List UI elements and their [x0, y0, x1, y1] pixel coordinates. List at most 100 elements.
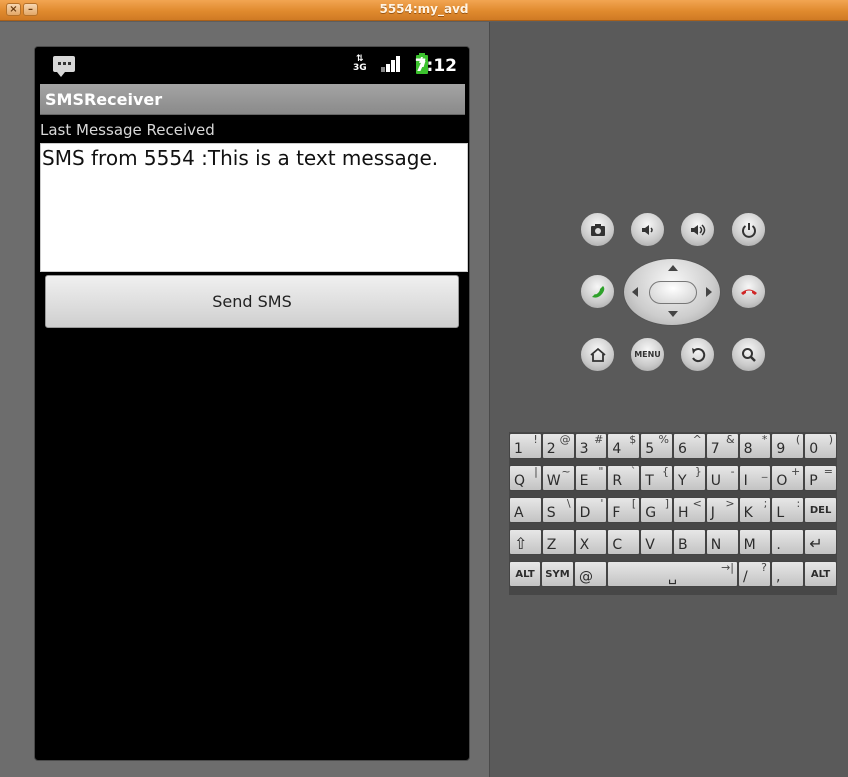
- key-label: 7: [710, 441, 720, 457]
- key-0-3[interactable]: 4 $: [607, 433, 641, 459]
- key-0-1[interactable]: 2 @: [541, 433, 575, 459]
- call-button[interactable]: [580, 274, 615, 309]
- key-label: D: [579, 505, 591, 521]
- key-1-3[interactable]: R `: [607, 465, 641, 491]
- back-button[interactable]: [680, 337, 715, 372]
- key-label: G: [645, 505, 657, 521]
- key-0-9[interactable]: 0): [804, 433, 837, 459]
- key-2-2[interactable]: D ': [574, 497, 608, 523]
- key-3-3[interactable]: C: [607, 529, 641, 555]
- key-1-0[interactable]: Q |: [509, 465, 542, 491]
- sym-key[interactable]: SYM: [541, 561, 574, 587]
- key-label: 9: [776, 441, 786, 457]
- back-icon: [692, 348, 706, 363]
- keyboard-row-2: Q | W ~ E " R ` T{Y} U - I _ O + P =: [509, 465, 837, 491]
- key-2-6[interactable]: J >: [705, 497, 739, 523]
- key-0-7[interactable]: 8 *: [738, 433, 772, 459]
- key-label: S: [546, 505, 556, 521]
- key-alt-label: }: [694, 465, 702, 478]
- power-button[interactable]: [731, 212, 766, 247]
- key-0-6[interactable]: 7 &: [705, 433, 739, 459]
- key-label: M: [743, 537, 756, 553]
- search-button[interactable]: [731, 337, 766, 372]
- key-1-2[interactable]: E ": [574, 465, 608, 491]
- key-3-7[interactable]: M: [738, 529, 772, 555]
- key-alt-label: :: [796, 497, 801, 510]
- key-1-8[interactable]: O +: [771, 465, 805, 491]
- key-2-1[interactable]: S \: [541, 497, 575, 523]
- dpad[interactable]: [623, 258, 721, 326]
- key-0-8[interactable]: 9(: [771, 433, 805, 459]
- key-3-5[interactable]: B: [673, 529, 706, 555]
- key-2-4[interactable]: G]: [640, 497, 673, 523]
- search-icon: [742, 348, 756, 362]
- key-alt-label: $: [629, 433, 637, 446]
- key-alt-label: `: [630, 465, 637, 478]
- key-alt-label: _: [761, 465, 768, 478]
- dpad-left-icon[interactable]: [632, 287, 638, 297]
- status-bar: ⇅ 3G ϟ 7:12: [35, 47, 469, 81]
- slash-key[interactable]: /?: [738, 561, 771, 587]
- key-1-9[interactable]: P =: [804, 465, 837, 491]
- volume-up-icon: [691, 224, 706, 236]
- dpad-center-button[interactable]: [649, 281, 697, 304]
- alt-right-key[interactable]: ALT: [804, 561, 837, 587]
- key-3-6[interactable]: N: [705, 529, 739, 555]
- key-3-0[interactable]: ⇧: [509, 529, 542, 555]
- dpad-down-icon[interactable]: [668, 311, 678, 317]
- send-sms-button[interactable]: Send SMS: [45, 275, 459, 328]
- key-1-6[interactable]: U-: [705, 465, 739, 491]
- key-label: P: [809, 473, 818, 489]
- key-2-7[interactable]: K;: [738, 497, 772, 523]
- key-label: 3: [579, 441, 589, 457]
- home-button[interactable]: [580, 337, 615, 372]
- key-2-9[interactable]: DEL: [804, 497, 837, 523]
- key-label: R: [612, 473, 623, 489]
- message-text-field[interactable]: SMS from 5554 :This is a text message.: [40, 143, 468, 272]
- volume-down-button[interactable]: [630, 212, 665, 247]
- key-0-0[interactable]: 1!: [509, 433, 542, 459]
- menu-button[interactable]: MENU: [630, 337, 665, 372]
- volume-up-button[interactable]: [680, 212, 715, 247]
- camera-button[interactable]: [580, 212, 615, 247]
- dpad-up-icon[interactable]: [668, 265, 678, 271]
- key-3-1[interactable]: Z: [541, 529, 575, 555]
- key-label: K: [743, 505, 753, 521]
- key-3-8[interactable]: .: [771, 529, 805, 555]
- key-2-8[interactable]: L:: [771, 497, 805, 523]
- key-0-5[interactable]: 6 ^: [673, 433, 706, 459]
- comma-key[interactable]: ,: [771, 561, 804, 587]
- key-3-2[interactable]: X: [574, 529, 608, 555]
- key-2-3[interactable]: F[: [607, 497, 641, 523]
- key-1-1[interactable]: W ~: [541, 465, 575, 491]
- key-2-0[interactable]: A: [509, 497, 542, 523]
- key-label: O: [776, 473, 788, 489]
- key-1-5[interactable]: Y}: [673, 465, 706, 491]
- at-key[interactable]: @: [574, 561, 607, 587]
- key-1-4[interactable]: T{: [640, 465, 673, 491]
- alt-left-key[interactable]: ALT: [509, 561, 541, 587]
- key-alt-label: {: [661, 465, 669, 478]
- dpad-right-icon[interactable]: [706, 287, 712, 297]
- keyboard-row-3: A S \ D ' F[G] H < J > K; L: DEL: [509, 497, 837, 523]
- key-alt-label: ): [828, 433, 833, 446]
- key-0-2[interactable]: 3 #: [574, 433, 608, 459]
- key-alt-label: ;: [763, 497, 768, 510]
- sms-notification-icon[interactable]: [53, 56, 75, 77]
- key-label: T: [645, 473, 654, 489]
- space-key[interactable]: ␣ →|: [607, 561, 738, 587]
- key-0-4[interactable]: 5%: [640, 433, 673, 459]
- key-1-7[interactable]: I _: [738, 465, 772, 491]
- window-title: 5554:my_avd: [379, 2, 469, 16]
- key-alt-label: &: [726, 433, 735, 446]
- key-label: Y: [678, 473, 687, 489]
- key-label: C: [612, 537, 623, 553]
- hardware-keyboard: 1! 2 @3 #4 $5% 6 ^ 7 & 8 * 9(0) Q | W ~ E " R ` T{Y} U - I _ O + P…: [509, 432, 837, 595]
- key-3-4[interactable]: V: [640, 529, 673, 555]
- key-2-5[interactable]: H <: [673, 497, 706, 523]
- key-3-9[interactable]: ↵: [804, 529, 837, 555]
- key-label: E: [579, 473, 589, 489]
- key-alt-label: ^: [692, 433, 702, 446]
- key-label: A: [514, 505, 524, 521]
- end-call-button[interactable]: [731, 274, 766, 309]
